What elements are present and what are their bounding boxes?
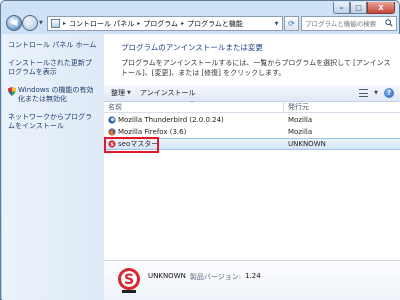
caption-buttons: – □ X xyxy=(333,2,395,15)
shield-icon xyxy=(8,87,16,96)
details-version: 1.24 xyxy=(245,272,261,280)
search-box[interactable] xyxy=(301,16,397,31)
seo-master-large-icon: S xyxy=(118,268,140,293)
program-publisher: Mozilla xyxy=(288,128,313,136)
minimize-button[interactable]: – xyxy=(333,2,350,14)
refresh-button[interactable]: ⟳ xyxy=(284,16,299,31)
column-header-name[interactable]: ^ 名前 xyxy=(104,101,284,112)
address-bar[interactable]: ▸ コントロール パネル ▸ プログラム ▸ プログラムと機能 xyxy=(47,16,283,31)
page-description: プログラムをアンインストールするには、一覧からプログラムを選択して [アンインス… xyxy=(121,59,391,77)
column-header-publisher[interactable]: 発行元 xyxy=(284,102,400,112)
control-panel-icon xyxy=(51,19,60,28)
highlight-box xyxy=(104,137,159,153)
thunderbird-icon xyxy=(108,116,116,124)
details-publisher: UNKNOWN xyxy=(148,272,186,280)
page-title: プログラムのアンインストールまたは変更 xyxy=(121,43,263,52)
chevron-right-icon[interactable]: ▸ xyxy=(137,20,140,27)
navigation-bar: ◀ ▶ ▼ ▸ コントロール パネル ▸ プログラム ▸ プログラムと機能 ▼ … xyxy=(3,15,399,32)
uninstall-label: アンインストール xyxy=(139,89,196,97)
content-area: コントロール パネル ホーム インストールされた更新プログラムを表示 Windo… xyxy=(2,34,400,300)
address-dropdown-icon[interactable]: ▼ xyxy=(271,17,282,30)
breadcrumb-programs-and-features[interactable]: プログラムと機能 xyxy=(187,19,243,29)
task-pane: コントロール パネル ホーム インストールされた更新プログラムを表示 Windo… xyxy=(2,34,104,300)
close-button[interactable]: X xyxy=(367,2,395,14)
list-header: ^ 名前 発行元 xyxy=(104,101,400,113)
chevron-right-icon[interactable]: ▸ xyxy=(63,20,66,27)
organize-label: 整理 xyxy=(111,89,125,97)
window-frame: – □ X ◀ ▶ ▼ ▸ コントロール パネル ▸ プログラム ▸ プログラム… xyxy=(0,0,400,300)
search-input[interactable] xyxy=(305,19,387,28)
firefox-icon xyxy=(108,128,116,136)
breadcrumb-control-panel[interactable]: コントロール パネル xyxy=(69,19,134,29)
details-version-label: 製品バージョン: xyxy=(189,273,242,281)
command-bar: 整理 ▼ アンインストール ▼ ? xyxy=(104,85,400,102)
chevron-down-icon: ▼ xyxy=(127,90,131,96)
program-publisher: Mozilla xyxy=(288,116,313,124)
table-row[interactable]: Mozilla Thunderbird (2.0.0.24) Mozilla xyxy=(104,114,400,126)
forward-button[interactable]: ▶ xyxy=(22,15,38,31)
program-name-cell: Mozilla Thunderbird (2.0.0.24) xyxy=(104,116,284,124)
organize-button[interactable]: 整理 ▼ xyxy=(111,88,131,98)
chevron-down-icon[interactable]: ▼ xyxy=(374,90,378,96)
program-name-cell: Mozilla Firefox (3.6) xyxy=(104,128,284,136)
program-publisher: UNKNOWN xyxy=(288,140,326,148)
details-info: UNKNOWN 製品バージョン: 1.24 xyxy=(148,272,261,282)
chevron-right-icon[interactable]: ▸ xyxy=(181,20,184,27)
search-icon[interactable] xyxy=(385,19,393,27)
column-publisher-label: 発行元 xyxy=(288,103,309,111)
column-name-label: 名前 xyxy=(108,103,122,111)
maximize-button[interactable]: □ xyxy=(350,2,367,14)
help-icon[interactable]: ? xyxy=(384,88,394,98)
svg-text:S: S xyxy=(124,272,134,288)
program-name: Mozilla Firefox (3.6) xyxy=(118,128,187,136)
uninstall-button[interactable]: アンインストール xyxy=(140,88,196,98)
install-from-network-link[interactable]: ネットワークからプログラムをインストール xyxy=(8,113,98,131)
sort-ascending-icon: ^ xyxy=(190,101,195,107)
control-panel-home-link[interactable]: コントロール パネル ホーム xyxy=(8,41,98,50)
windows-features-label: Windows の機能の有効化または無効化 xyxy=(18,86,94,103)
details-pane: S UNKNOWN 製品バージョン: 1.24 xyxy=(104,260,400,300)
view-installed-updates-link[interactable]: インストールされた更新プログラムを表示 xyxy=(8,59,98,77)
recent-pages-dropdown[interactable]: ▼ xyxy=(39,20,43,26)
view-options-icon[interactable] xyxy=(359,89,369,97)
program-name: Mozilla Thunderbird (2.0.0.24) xyxy=(118,116,224,124)
back-button[interactable]: ◀ xyxy=(6,15,22,31)
toolbar-right: ▼ ? xyxy=(359,88,394,98)
windows-features-link[interactable]: Windows の機能の有効化または無効化 xyxy=(8,86,98,104)
breadcrumb-programs[interactable]: プログラム xyxy=(143,19,178,29)
